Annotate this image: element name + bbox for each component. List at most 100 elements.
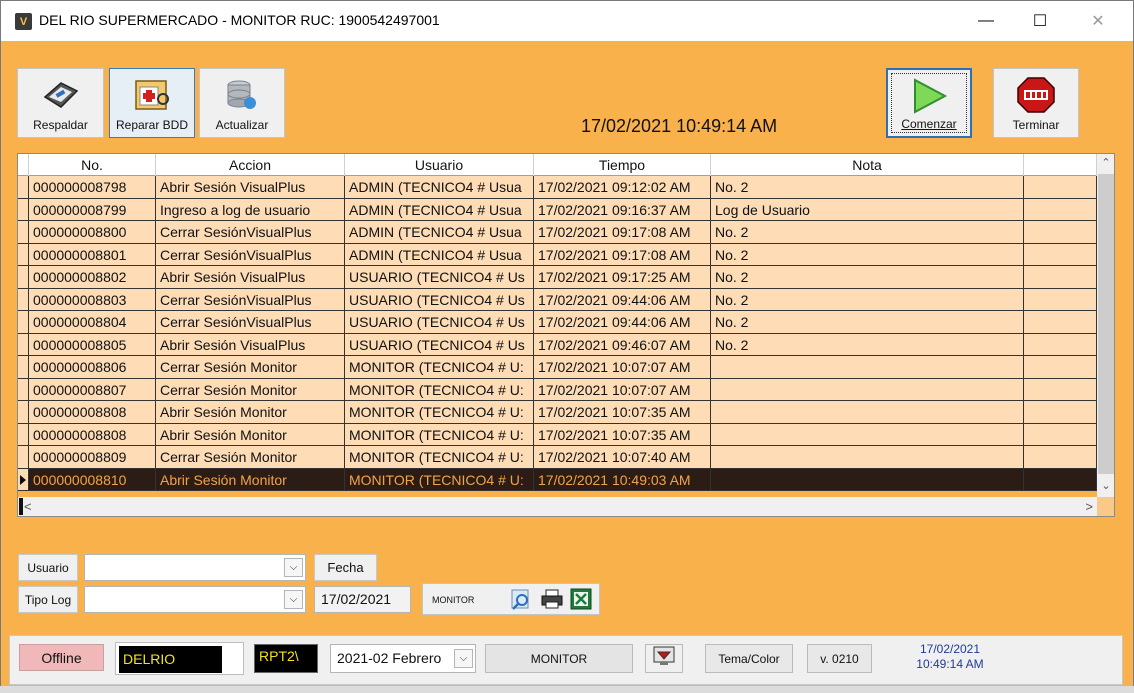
cell-usuario[interactable]: MONITOR (TECNICO4 # U:: [345, 401, 534, 424]
cell-no[interactable]: 000000008807: [29, 378, 156, 401]
title-bar[interactable]: V DEL RIO SUPERMERCADO - MONITOR RUC: 19…: [1, 1, 1133, 41]
usuario-dropdown[interactable]: ⌵: [84, 554, 306, 581]
cell-no[interactable]: 000000008805: [29, 333, 156, 356]
cell-accion[interactable]: Abrir Sesión VisualPlus: [156, 266, 345, 289]
cell-usuario[interactable]: MONITOR (TECNICO4 # U:: [345, 356, 534, 379]
cell-tiempo[interactable]: 17/02/2021 09:46:07 AM: [534, 333, 711, 356]
cell-nota[interactable]: [711, 401, 1024, 424]
version-button[interactable]: v. 0210: [807, 644, 872, 673]
cell-accion[interactable]: Abrir Sesión Monitor: [156, 468, 345, 491]
cell-tiempo[interactable]: 17/02/2021 10:07:07 AM: [534, 356, 711, 379]
cell-usuario[interactable]: MONITOR (TECNICO4 # U:: [345, 446, 534, 469]
chevron-down-icon[interactable]: ⌵: [284, 558, 303, 577]
excel-icon[interactable]: [569, 587, 593, 611]
offline-indicator[interactable]: Offline: [19, 644, 104, 671]
cell-usuario[interactable]: ADMIN (TECNICO4 # Usua: [345, 198, 534, 221]
cell-tiempo[interactable]: 17/02/2021 10:07:35 AM: [534, 423, 711, 446]
row-selector[interactable]: [18, 356, 29, 379]
cell-usuario[interactable]: MONITOR (TECNICO4 # U:: [345, 468, 534, 491]
horizontal-scrollbar[interactable]: < >: [18, 497, 1097, 516]
cell-tiempo[interactable]: 17/02/2021 09:17:08 AM: [534, 221, 711, 244]
search-icon[interactable]: [509, 587, 533, 611]
table-row[interactable]: 000000008798 Abrir Sesión VisualPlus ADMIN…: [18, 176, 1097, 199]
maximize-button[interactable]: ☐: [1017, 1, 1063, 41]
cell-accion[interactable]: Abrir Sesión Monitor: [156, 401, 345, 424]
row-selector[interactable]: [18, 311, 29, 334]
scroll-down-icon[interactable]: ⌄: [1097, 477, 1114, 495]
cell-nota[interactable]: [711, 423, 1024, 446]
scroll-left-icon[interactable]: <: [24, 497, 32, 516]
cell-usuario[interactable]: USUARIO (TECNICO4 # Us: [345, 288, 534, 311]
row-selector[interactable]: [18, 423, 29, 446]
fecha-field[interactable]: 17/02/2021: [314, 586, 411, 613]
row-selector[interactable]: [18, 176, 29, 199]
cell-nota[interactable]: No. 2: [711, 243, 1024, 266]
table-row[interactable]: 000000008805 Abrir Sesión VisualPlus USUAR…: [18, 333, 1097, 356]
cell-nota[interactable]: [711, 378, 1024, 401]
table-row[interactable]: 000000008802 Abrir Sesión VisualPlus USUAR…: [18, 266, 1097, 289]
table-row[interactable]: 000000008801 Cerrar SesiónVisualPlus ADMIN…: [18, 243, 1097, 266]
table-row[interactable]: 000000008807 Cerrar Sesión Monitor MONITOR…: [18, 378, 1097, 401]
table-row[interactable]: 000000008803 Cerrar SesiónVisualPlus USUAR…: [18, 288, 1097, 311]
cell-nota[interactable]: No. 2: [711, 266, 1024, 289]
cell-tiempo[interactable]: 17/02/2021 09:44:06 AM: [534, 288, 711, 311]
chevron-down-icon[interactable]: ⌵: [284, 590, 303, 609]
cell-usuario[interactable]: USUARIO (TECNICO4 # Us: [345, 311, 534, 334]
cell-tiempo[interactable]: 17/02/2021 10:07:07 AM: [534, 378, 711, 401]
minimize-button[interactable]: —: [963, 1, 1009, 41]
cell-nota[interactable]: [711, 356, 1024, 379]
row-selector[interactable]: [18, 198, 29, 221]
cell-no[interactable]: 000000008806: [29, 356, 156, 379]
row-selector[interactable]: [18, 221, 29, 244]
log-grid[interactable]: No. Accion Usuario Tiempo Nota 000000008…: [17, 153, 1115, 517]
cell-accion[interactable]: Cerrar Sesión Monitor: [156, 446, 345, 469]
cell-usuario[interactable]: MONITOR (TECNICO4 # U:: [345, 423, 534, 446]
cell-usuario[interactable]: USUARIO (TECNICO4 # Us: [345, 333, 534, 356]
scroll-thumb[interactable]: [1098, 174, 1114, 474]
column-header-usuario[interactable]: Usuario: [345, 154, 534, 176]
actualizar-button[interactable]: Actualizar: [199, 68, 285, 138]
cell-no[interactable]: 000000008799: [29, 198, 156, 221]
cell-accion[interactable]: Cerrar SesiónVisualPlus: [156, 311, 345, 334]
row-selector[interactable]: [18, 446, 29, 469]
cell-nota[interactable]: [711, 446, 1024, 469]
reparar-bdd-button[interactable]: Reparar BDD: [109, 68, 195, 138]
cell-no[interactable]: 000000008803: [29, 288, 156, 311]
cell-accion[interactable]: Cerrar SesiónVisualPlus: [156, 221, 345, 244]
tema-color-button[interactable]: Tema/Color: [705, 644, 793, 673]
cell-tiempo[interactable]: 17/02/2021 09:12:02 AM: [534, 176, 711, 199]
cell-accion[interactable]: Abrir Sesión VisualPlus: [156, 333, 345, 356]
row-selector[interactable]: [18, 243, 29, 266]
table-row[interactable]: 000000008808 Abrir Sesión Monitor MONITOR …: [18, 423, 1097, 446]
current-row-indicator[interactable]: [18, 468, 29, 491]
chevron-down-icon[interactable]: ⌵: [454, 649, 473, 668]
close-button[interactable]: ✕: [1075, 1, 1121, 41]
column-header-nota[interactable]: Nota: [711, 154, 1024, 176]
scroll-up-icon[interactable]: ⌃: [1097, 154, 1114, 172]
cell-tiempo[interactable]: 17/02/2021 10:49:03 AM: [534, 468, 711, 491]
column-header-no[interactable]: No.: [29, 154, 156, 176]
row-selector[interactable]: [18, 333, 29, 356]
cell-no[interactable]: 000000008804: [29, 311, 156, 334]
cell-usuario[interactable]: ADMIN (TECNICO4 # Usua: [345, 221, 534, 244]
table-row[interactable]: 000000008804 Cerrar SesiónVisualPlus USUAR…: [18, 311, 1097, 334]
cell-no[interactable]: 000000008800: [29, 221, 156, 244]
cell-accion[interactable]: Abrir Sesión Monitor: [156, 423, 345, 446]
cell-nota[interactable]: No. 2: [711, 288, 1024, 311]
table-row[interactable]: 000000008808 Abrir Sesión Monitor MONITOR …: [18, 401, 1097, 424]
cell-tiempo[interactable]: 17/02/2021 10:07:35 AM: [534, 401, 711, 424]
terminar-button[interactable]: Terminar: [993, 68, 1079, 138]
cell-accion[interactable]: Cerrar SesiónVisualPlus: [156, 243, 345, 266]
cell-no[interactable]: 000000008802: [29, 266, 156, 289]
cell-tiempo[interactable]: 17/02/2021 09:17:08 AM: [534, 243, 711, 266]
cell-no[interactable]: 000000008801: [29, 243, 156, 266]
cell-accion[interactable]: Abrir Sesión VisualPlus: [156, 176, 345, 199]
cell-no[interactable]: 000000008810: [29, 468, 156, 491]
cell-accion[interactable]: Cerrar SesiónVisualPlus: [156, 288, 345, 311]
scroll-right-icon[interactable]: >: [1085, 497, 1093, 516]
row-selector[interactable]: [18, 378, 29, 401]
table-row[interactable]: 000000008810 Abrir Sesión Monitor MONITOR …: [18, 468, 1097, 491]
screen-button[interactable]: [645, 644, 683, 673]
respaldar-button[interactable]: Respaldar: [17, 68, 104, 138]
cell-tiempo[interactable]: 17/02/2021 09:16:37 AM: [534, 198, 711, 221]
